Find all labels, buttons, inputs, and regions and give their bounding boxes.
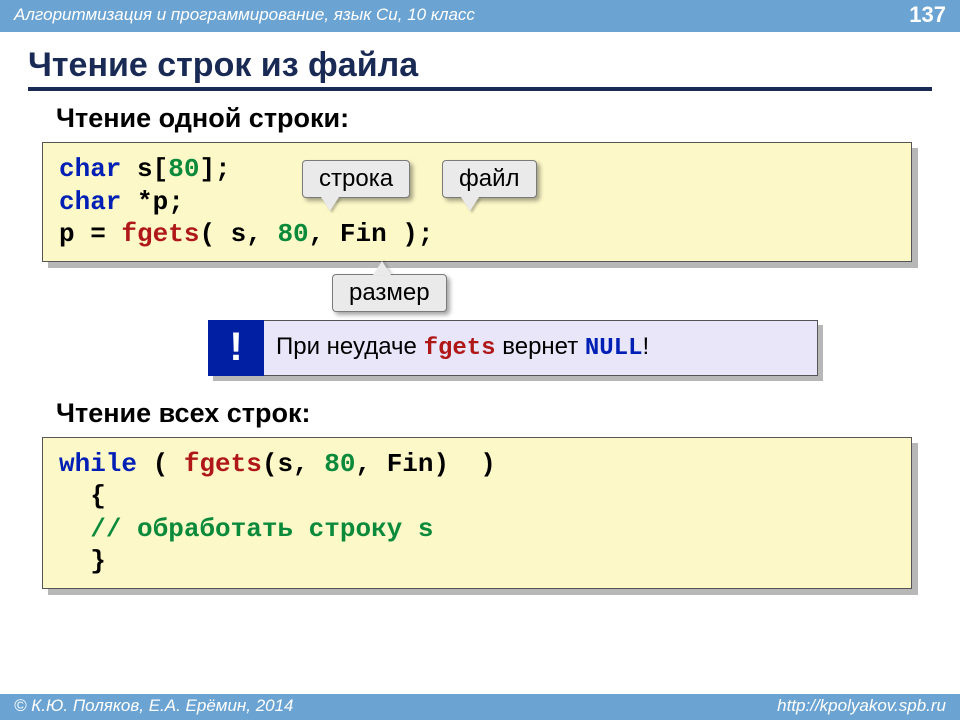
- code-txt: s[: [121, 154, 168, 184]
- footer-right: http://kpolyakov.spb.ru: [777, 696, 946, 716]
- notice-null: NULL: [585, 335, 643, 362]
- code-txt: {: [59, 481, 106, 511]
- code-kw: char: [59, 154, 121, 184]
- title-rule: [28, 87, 932, 91]
- page-number: 137: [909, 2, 946, 28]
- code-txt: (s,: [262, 449, 324, 479]
- code-txt: ( s,: [199, 219, 277, 249]
- notice: ! При неудаче fgets вернет NULL!: [208, 320, 818, 376]
- code-txt: , Fin );: [309, 219, 434, 249]
- code-comment: // обработать строку s: [90, 514, 433, 544]
- notice-pre: При неудаче: [276, 333, 424, 360]
- notice-wrap: ! При неудаче fgets вернет NULL!: [208, 320, 818, 376]
- code-txt: *p;: [121, 187, 183, 217]
- notice-bang-icon: !: [208, 320, 264, 376]
- codebox2-wrap: while ( fgets(s, 80, Fin) ) { // обработ…: [42, 437, 912, 589]
- code-num: 80: [168, 154, 199, 184]
- section2-heading: Чтение всех строк:: [56, 398, 932, 429]
- footer-bar: © К.Ю. Поляков, Е.А. Ерёмин, 2014 http:/…: [0, 694, 960, 720]
- footer-left: © К.Ю. Поляков, Е.А. Ерёмин, 2014: [14, 696, 294, 716]
- section1-heading: Чтение одной строки:: [56, 103, 932, 134]
- callout-size: размер: [332, 274, 447, 312]
- course-label: Алгоритмизация и программирование, язык …: [14, 5, 475, 25]
- code-kw: while: [59, 449, 137, 479]
- code-num: 80: [324, 449, 355, 479]
- code-kw: char: [59, 187, 121, 217]
- top-bar: Алгоритмизация и программирование, язык …: [0, 0, 960, 32]
- code-txt: [59, 514, 90, 544]
- codebox1-wrap: char s[80]; char *p; p = fgets( s, 80, F…: [42, 142, 912, 262]
- codebox1: char s[80]; char *p; p = fgets( s, 80, F…: [42, 142, 912, 262]
- content-area: Чтение одной строки: char s[80]; char *p…: [0, 103, 960, 589]
- code-txt: ];: [199, 154, 230, 184]
- code-txt: p =: [59, 219, 121, 249]
- slide-title: Чтение строк из файла: [28, 46, 932, 85]
- code-num: 80: [277, 219, 308, 249]
- code-txt: (: [137, 449, 184, 479]
- code-fn: fgets: [121, 219, 199, 249]
- codebox2: while ( fgets(s, 80, Fin) ) { // обработ…: [42, 437, 912, 589]
- code-fn: fgets: [184, 449, 262, 479]
- code-txt: }: [59, 546, 106, 576]
- notice-mid: вернет: [496, 333, 585, 360]
- notice-func: fgets: [424, 335, 496, 362]
- notice-suf: !: [643, 333, 650, 360]
- callout-size-label: размер: [349, 279, 430, 306]
- notice-text: При неудаче fgets вернет NULL!: [264, 333, 661, 362]
- code-txt: , Fin) ): [355, 449, 495, 479]
